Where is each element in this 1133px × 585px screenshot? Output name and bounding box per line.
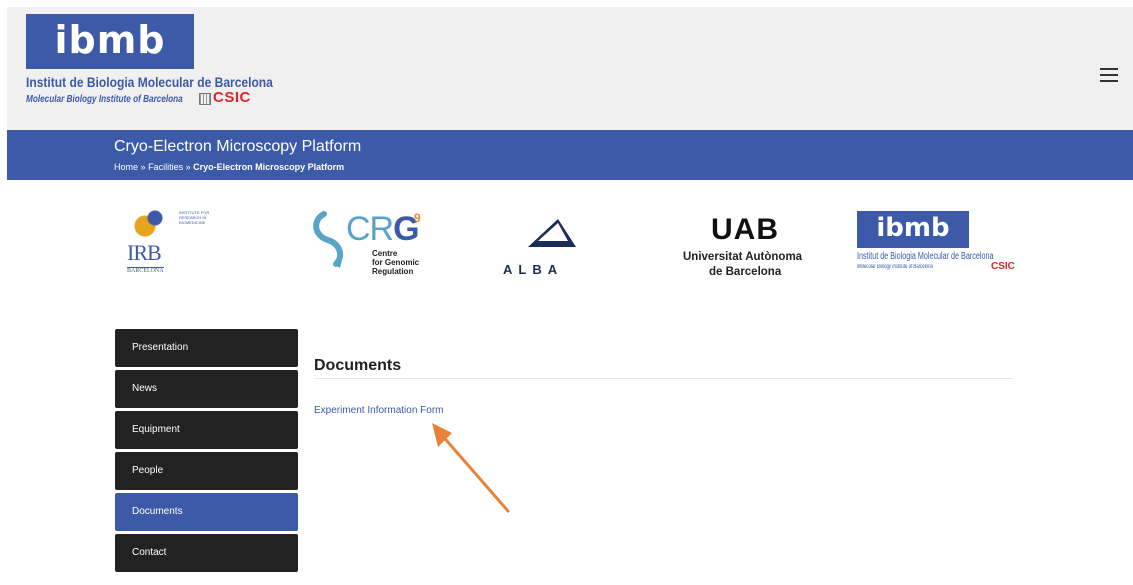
- ibmb-partner-logo[interactable]: ibmb Institut de Biologia Molecular de B…: [857, 211, 1027, 281]
- ibmb-mini-subtitle: Molecular Biology Institute of Barcelona: [857, 264, 933, 270]
- section-divider: [314, 378, 1013, 379]
- alba-name: ALBA: [503, 262, 564, 277]
- uab-logo[interactable]: UAB Universitat Autònoma de Barcelona: [683, 211, 823, 281]
- crg-letters: CRG: [346, 210, 420, 249]
- crg-line-2: for Genomic: [372, 258, 420, 267]
- institute-subtitle: Molecular Biology Institute of Barcelona: [26, 94, 183, 105]
- irb-letters: IRB: [127, 240, 162, 265]
- ibmb-logo[interactable]: ibmb: [26, 14, 194, 69]
- crg-swirl-icon: [313, 211, 344, 268]
- crg-tagline: Centre for Genomic Regulation: [372, 249, 419, 276]
- section-title: Documents: [314, 357, 402, 374]
- breadcrumb-home[interactable]: Home: [114, 162, 138, 172]
- sidebar-item-equipment[interactable]: Equipment: [115, 411, 298, 449]
- sidebar-item-news[interactable]: News: [115, 370, 298, 408]
- csic-label: CSIC: [213, 89, 251, 106]
- hamburger-menu-icon[interactable]: [1100, 68, 1118, 82]
- annotation-arrow-icon: [432, 423, 510, 513]
- breadcrumb: Home » Facilities » Cryo-Electron Micros…: [114, 162, 344, 172]
- irb-emblem-icon: [127, 210, 177, 240]
- ibmb-mini-text: ibmb: [876, 213, 950, 243]
- sidebar-item-presentation[interactable]: Presentation: [115, 329, 298, 367]
- ibmb-mini-logo: ibmb: [857, 211, 969, 248]
- sidebar-item-contact[interactable]: Contact: [115, 534, 298, 572]
- csic-emblem-icon: [199, 93, 211, 105]
- logo-text: ibmb: [54, 18, 166, 62]
- crg-line-1: Centre: [372, 249, 398, 258]
- irb-tagline: INSTITUTE FOR RESEARCH IN BIOMEDICINE: [179, 210, 210, 225]
- breadcrumb-current: Cryo-Electron Microscopy Platform: [193, 162, 345, 172]
- sidebar-item-documents[interactable]: Documents: [115, 493, 298, 531]
- crg-logo[interactable]: CRG 9 Centre for Genomic Regulation: [310, 210, 450, 280]
- sidebar-nav: Presentation News Equipment People Docum…: [115, 329, 298, 575]
- ibmb-mini-name: Institut de Biologia Molecular de Barcel…: [857, 251, 994, 262]
- site-header: ibmb Institut de Biologia Molecular de B…: [7, 7, 1133, 130]
- crg-superscript: 9: [414, 211, 421, 225]
- alba-triangle-icon: [528, 219, 576, 247]
- page-title: Cryo-Electron Microscopy Platform: [114, 138, 362, 155]
- page: ibmb Institut de Biologia Molecular de B…: [7, 7, 1133, 585]
- irb-city: BARCELONA: [127, 267, 164, 274]
- breadcrumb-separator: »: [185, 162, 191, 172]
- sidebar-item-people[interactable]: People: [115, 452, 298, 490]
- crg-letters-light: CR: [346, 210, 394, 248]
- uab-name-line-1: Universitat Autònoma: [683, 251, 803, 263]
- institute-name: Institut de Biologia Molecular de Barcel…: [26, 74, 273, 90]
- uab-name-line-2: de Barcelona: [709, 266, 782, 278]
- experiment-information-form-link[interactable]: Experiment Information Form: [314, 405, 444, 416]
- breadcrumb-separator: »: [140, 162, 146, 172]
- ibmb-mini-csic: CSIC: [991, 261, 1015, 272]
- irb-barcelona-logo[interactable]: INSTITUTE FOR RESEARCH IN BIOMEDICINE IR…: [127, 210, 237, 280]
- uab-mark: UAB: [711, 213, 779, 246]
- crg-line-3: Regulation: [372, 267, 414, 276]
- alba-logo[interactable]: ALBA: [503, 217, 603, 277]
- breadcrumb-facilities[interactable]: Facilities: [148, 162, 183, 172]
